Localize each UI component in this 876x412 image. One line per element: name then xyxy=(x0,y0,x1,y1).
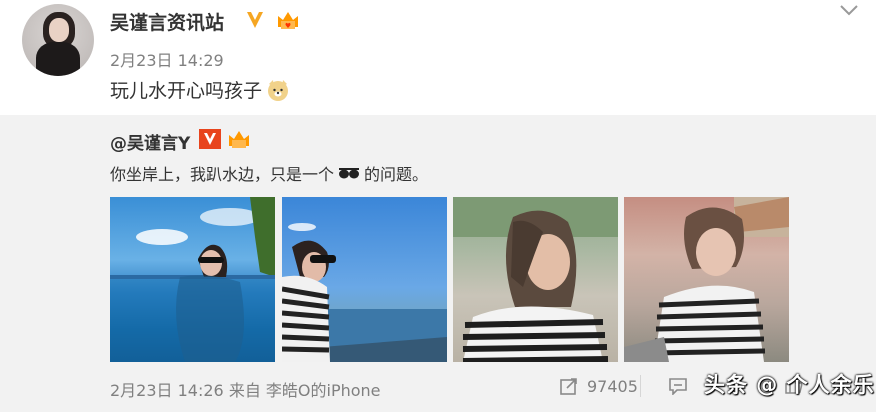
photo-3-scene xyxy=(453,197,618,362)
post-username[interactable]: 吴谨言资讯站 xyxy=(110,8,224,35)
watermark-text: 头条 @ 个人余乐 xyxy=(704,373,875,397)
repost-count[interactable]: 97405 xyxy=(587,377,638,396)
repost-text: 你坐岸上，我趴水边，只是一个 的问题。 xyxy=(110,161,428,185)
photo-1[interactable] xyxy=(110,197,275,362)
photo-1-scene xyxy=(110,197,275,362)
repost-fan-badge-icon xyxy=(229,131,249,148)
avatar-body xyxy=(36,42,80,76)
dog-emoji-icon xyxy=(268,79,289,101)
photo-4[interactable] xyxy=(624,197,789,362)
post-text: 玩儿水开心吗孩子 xyxy=(110,76,290,103)
repost-v-badge-icon xyxy=(199,129,221,149)
comment-icon[interactable] xyxy=(668,377,688,395)
avatar-face xyxy=(49,18,69,42)
repost-time-source[interactable]: 2月23日 14:26 来自 李皓O的iPhone xyxy=(110,377,381,401)
repost-card: @吴谨言Y 你坐岸上，我趴水边，只是一个 的问题。 2月23日 14:26 来自… xyxy=(0,115,876,412)
repost-icon[interactable] xyxy=(560,377,578,395)
photo-3[interactable] xyxy=(453,197,618,362)
photo-2-scene xyxy=(282,223,447,362)
photo-4-scene xyxy=(624,197,789,362)
glasses-emoji-icon xyxy=(339,168,360,179)
chevron-down-icon[interactable] xyxy=(838,2,860,18)
post-text-content: 玩儿水开心吗孩子 xyxy=(110,80,263,102)
photo-2[interactable] xyxy=(282,197,447,362)
svg-text:♥: ♥ xyxy=(285,22,291,30)
repost-username[interactable]: @吴谨言Y xyxy=(110,129,190,154)
repost-text-before: 你坐岸上，我趴水边，只是一个 xyxy=(110,165,335,184)
fan-badge-icon: ♥ xyxy=(278,12,298,30)
repost-text-after: 的问题。 xyxy=(364,165,429,184)
avatar[interactable] xyxy=(22,4,94,76)
v-badge-icon xyxy=(247,12,263,28)
meta-divider xyxy=(640,375,641,397)
post-time[interactable]: 2月23日 14:29 xyxy=(110,47,224,71)
